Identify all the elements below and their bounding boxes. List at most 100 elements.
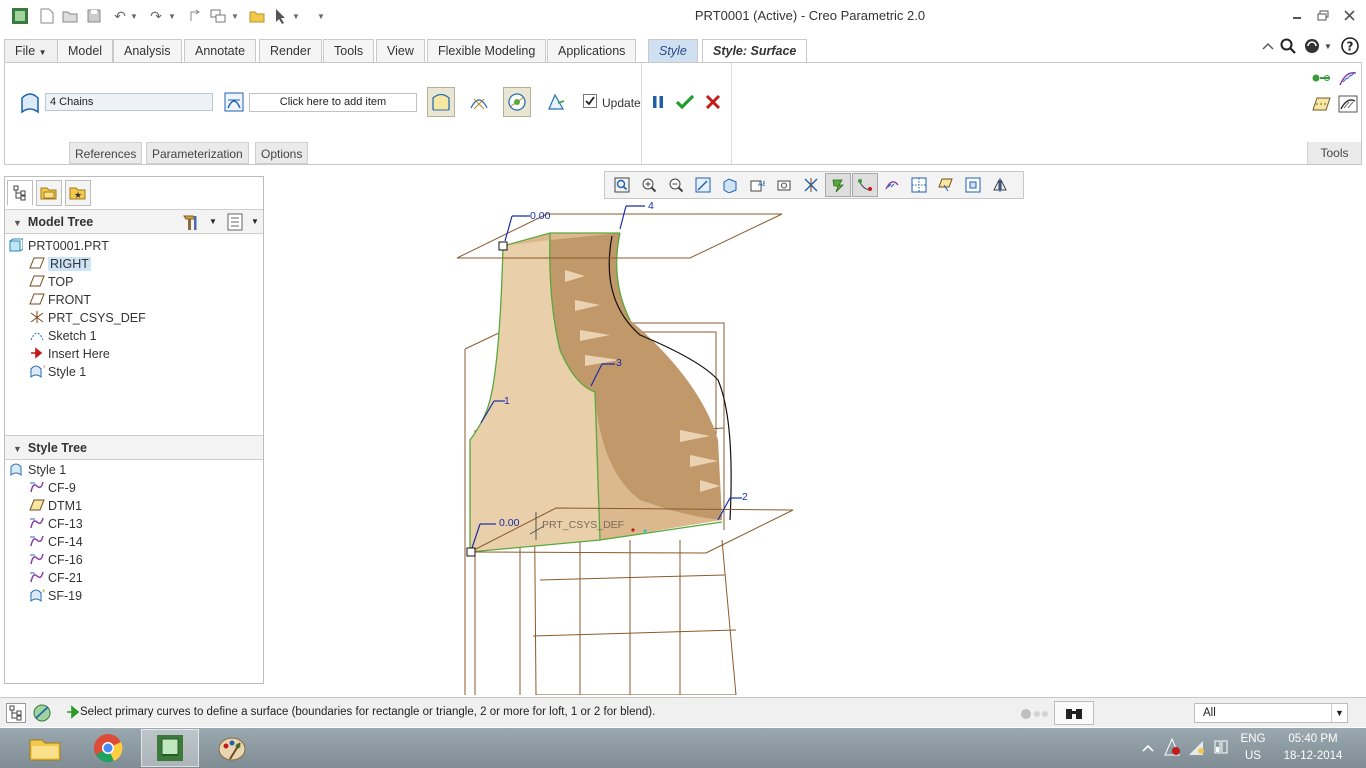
tree-item-style[interactable]: *Style 1 [29,363,86,381]
select-pointer-icon[interactable] [270,6,290,26]
tree-item-front[interactable]: FRONT [29,291,91,309]
tab-style-surface[interactable]: Style: Surface [702,39,808,63]
internal-plane-icon[interactable] [960,173,986,197]
close-button[interactable] [1336,4,1362,26]
pause-icon[interactable] [645,89,671,115]
clock-date[interactable]: 18-12-2014 [1276,750,1350,762]
folder-browser-tab-icon[interactable] [36,180,62,206]
collapse-style-tree-icon[interactable]: ▼ [13,444,22,454]
input-region[interactable]: US [1238,750,1268,762]
select-dropdown-icon[interactable]: ▼ [290,6,302,26]
tree-item-part[interactable]: PRT0001.PRT [9,237,109,255]
undo-icon[interactable]: ↶ [110,6,130,26]
minimize-ribbon-icon[interactable] [1258,36,1278,56]
style-tree-item-sf19[interactable]: *SF-19 [29,587,82,605]
battery-icon[interactable] [1212,738,1230,759]
selection-filter-dropdown[interactable]: All ▼ [1194,703,1348,723]
tree-item-csys[interactable]: PRT_CSYS_DEF [29,309,146,327]
tree-settings-dropdown-icon[interactable]: ▼ [209,217,217,226]
file-explorer-taskbar-icon[interactable] [16,729,74,767]
tool-surface-analysis-icon[interactable] [1335,91,1361,117]
redo-icon[interactable]: ↷ [146,6,166,26]
minimize-button[interactable] [1284,4,1310,26]
chain-4-label[interactable]: 4 [648,200,654,212]
tree-show-dropdown-icon[interactable]: ▼ [251,217,259,226]
tab-render[interactable]: Render [259,39,322,62]
show-browser-icon[interactable] [32,703,54,726]
view-manager-icon[interactable] [771,173,797,197]
cross-chains-collector-icon[interactable] [221,89,247,115]
regenerate-icon[interactable] [186,6,206,26]
creo-taskbar-icon[interactable] [141,729,199,767]
new-file-icon[interactable] [37,6,57,26]
tree-show-icon[interactable] [227,213,243,234]
show-hidden-icons-icon[interactable] [1142,742,1154,756]
tab-tools[interactable]: Tools [323,39,375,62]
tree-item-sketch[interactable]: Sketch 1 [29,327,97,345]
cancel-x-icon[interactable] [700,89,726,115]
clock-time[interactable]: 05:40 PM [1276,733,1350,745]
graphics-window[interactable]: 0.00 4 3 1 2 0.00 PRT_CSYS_DEF [266,165,1366,696]
tab-view[interactable]: View [376,39,425,62]
repaint-icon[interactable] [690,173,716,197]
find-binoculars-icon[interactable] [1054,701,1094,725]
analysis-display-icon[interactable] [879,173,905,197]
chevron-down-icon[interactable]: ▼ [1331,704,1347,722]
datum-display-icon[interactable] [798,173,824,197]
primary-chains-field[interactable]: 4 Chains [45,93,213,111]
customize-toolbar-icon[interactable]: ▼ [314,6,328,26]
action-center-icon[interactable] [1164,737,1180,759]
paint-taskbar-icon[interactable] [203,729,261,767]
collapse-model-tree-icon[interactable]: ▼ [13,218,22,228]
saved-orientations-icon[interactable]: AB [744,173,770,197]
primary-chains-collector-icon[interactable] [17,90,43,116]
network-icon[interactable] [1188,738,1204,759]
tree-item-top[interactable]: TOP [29,273,73,291]
tool-curvature-icon[interactable] [1335,65,1361,91]
favorites-tab-icon[interactable]: ★ [65,180,91,206]
help-question-icon[interactable]: ? [1340,36,1360,56]
style-tree-item-cf14[interactable]: CF-14 [29,533,83,551]
show-navigator-icon[interactable] [6,703,26,726]
model-tree-header[interactable]: ▼ Model Tree [5,209,263,234]
open-file-icon[interactable] [60,6,80,26]
tool-plane-icon[interactable] [1309,91,1335,117]
close-window-icon[interactable] [247,6,267,26]
subtab-parameterization[interactable]: Parameterization [146,142,249,164]
tools-group-label[interactable]: Tools [1307,142,1361,164]
style-tree-item-cf9[interactable]: CF-9 [29,479,76,497]
tab-applications[interactable]: Applications [547,39,637,62]
restore-button[interactable] [1310,4,1336,26]
windows-dropdown-icon[interactable]: ▼ [229,6,241,26]
style-tree-item-cf21[interactable]: CF-21 [29,569,83,587]
connection-icon[interactable] [543,89,569,115]
model-tree-tab-icon[interactable] [7,180,33,206]
mirror-view-icon[interactable] [987,173,1013,197]
style-tree-item-style[interactable]: Style 1 [9,461,66,479]
help-icon[interactable] [1302,36,1322,56]
input-language[interactable]: ENG [1238,733,1268,745]
help-dropdown-icon[interactable]: ▼ [1322,36,1334,56]
subtab-options[interactable]: Options [255,142,309,164]
style-display-icon[interactable] [825,173,851,197]
curve-points-icon[interactable] [852,173,878,197]
cross-chains-field[interactable]: Click here to add item [249,93,417,112]
tab-analysis[interactable]: Analysis [113,39,182,62]
tool-curve-ends-icon[interactable] [1309,65,1335,91]
bottom-offset-label[interactable]: 0.00 [499,517,519,529]
surface-preview-icon[interactable] [503,87,531,117]
tab-flexible-modeling[interactable]: Flexible Modeling [427,39,547,62]
tab-style[interactable]: Style [648,39,698,62]
update-checkbox[interactable] [583,94,597,111]
tab-model[interactable]: Model [57,39,114,62]
blend-surface-icon[interactable] [466,89,492,115]
refit-icon[interactable] [609,173,635,197]
top-offset-label[interactable]: 0.00 [530,210,550,222]
accept-checkmark-icon[interactable] [672,89,698,115]
subtab-references[interactable]: References [69,142,143,164]
chain-3-label[interactable]: 3 [616,357,622,369]
tab-file[interactable]: File ▼ [4,39,58,62]
style-tree-header[interactable]: ▼ Style Tree [5,435,263,460]
tree-settings-icon[interactable] [181,212,201,235]
active-plane-icon[interactable] [933,173,959,197]
